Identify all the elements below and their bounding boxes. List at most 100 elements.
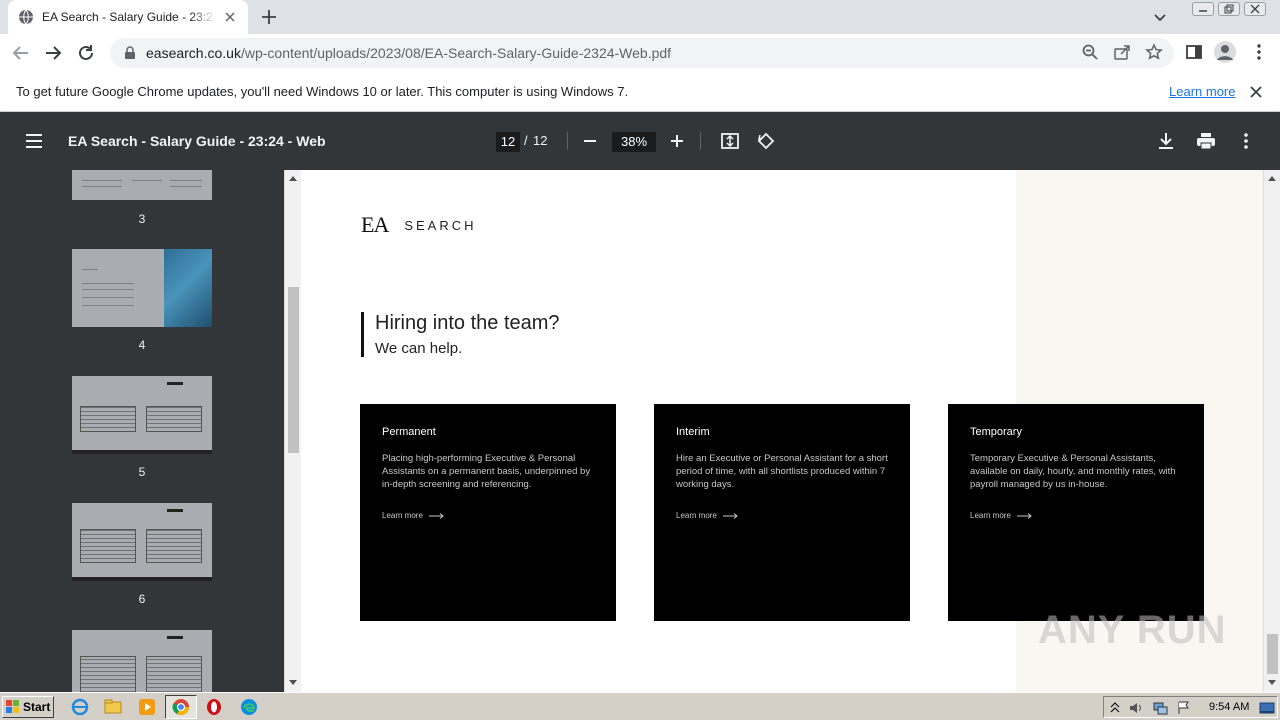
tab-strip: EA Search - Salary Guide - 23:24 - Web [0,0,1280,34]
learn-more-link[interactable]: Learn more [1169,84,1235,99]
card-title: Interim [676,426,710,438]
chrome-icon [172,699,190,716]
more-options-icon[interactable] [1236,131,1256,151]
download-icon[interactable] [1156,131,1176,151]
scroll-up-icon[interactable] [289,175,297,181]
zoom-input[interactable]: 38% [612,132,656,152]
address-bar[interactable]: easearch.co.uk/wp-content/uploads/2023/0… [110,38,1174,68]
restore-button[interactable] [1218,2,1240,16]
side-panel-icon[interactable] [1185,43,1203,61]
scroll-down-icon[interactable] [1268,680,1276,686]
system-tray: 9:54 AM [1103,696,1278,718]
card-learn-more-link[interactable]: Learn more [970,511,1182,520]
url-path: /wp-content/uploads/2023/08/EA-Search-Sa… [240,45,672,61]
toolbar-divider [700,132,701,150]
zoom-icon[interactable] [1081,43,1099,61]
url-host: easearch.co.uk [146,45,241,61]
scrollbar-thumb[interactable] [288,287,299,453]
start-button[interactable]: Start [2,696,54,718]
thumbnail-page[interactable] [72,170,212,200]
page-heading: Hiring into the team? [375,312,560,334]
page-subheading: We can help. [375,340,463,357]
arrow-right-icon [722,512,738,519]
share-icon[interactable] [1113,43,1131,61]
new-tab-icon[interactable] [260,8,278,26]
card-learn-more-link[interactable]: Learn more [676,511,888,520]
card-link-label: Learn more [676,511,717,520]
zoom-out-icon[interactable] [580,131,600,151]
card-description: Hire an Executive or Personal Assistant … [676,453,888,490]
tab-close-icon[interactable] [222,9,238,25]
service-card-temporary: Temporary Temporary Executive & Personal… [948,404,1204,621]
lock-icon[interactable] [124,46,136,60]
action-center-flag-icon[interactable] [1176,700,1192,716]
speaker-icon[interactable] [1128,700,1144,716]
start-label: Start [23,700,51,714]
toolbar-divider [567,132,568,150]
show-desktop-icon[interactable] [1259,700,1275,716]
edge-icon[interactable] [240,698,258,716]
tab-title: EA Search - Salary Guide - 23:24 - Web [42,10,216,24]
tray-expand-icon[interactable] [1110,701,1120,713]
card-title: Temporary [970,426,1022,438]
fit-page-icon[interactable] [720,131,740,151]
close-icon[interactable] [1249,85,1263,99]
thumbnail-label: 3 [138,212,146,226]
thumbnail-label: 5 [138,465,146,479]
thumbnail-page[interactable] [72,630,212,692]
close-icon [1250,4,1260,14]
sidebar-scrollbar[interactable] [284,170,301,692]
card-link-label: Learn more [970,511,1011,520]
print-icon[interactable] [1196,131,1216,151]
close-window-button[interactable] [1244,2,1266,16]
chevron-down-icon[interactable] [1152,9,1168,25]
globe-icon [19,9,33,25]
scroll-up-icon[interactable] [1268,175,1276,181]
update-infobar: To get future Google Chrome updates, you… [0,72,1280,112]
card-learn-more-link[interactable]: Learn more [382,511,594,520]
service-card-interim: Interim Hire an Executive or Personal As… [654,404,910,621]
pdf-title: EA Search - Salary Guide - 23:24 - Web [68,133,326,149]
ea-search-logo: EA SEARCH [361,212,477,238]
scroll-down-icon[interactable] [289,680,297,686]
network-icon[interactable] [1152,700,1168,716]
clock[interactable]: 9:54 AM [1209,701,1249,713]
reload-icon[interactable] [75,42,97,64]
kebab-menu-icon[interactable] [1250,43,1268,61]
service-card-permanent: Permanent Placing high-performing Execut… [360,404,616,621]
profile-avatar[interactable] [1214,41,1236,63]
thumbnail-page[interactable] [72,376,212,454]
page-separator: / [524,133,528,148]
thumbnail-page[interactable] [72,503,212,581]
infobar-message: To get future Google Chrome updates, you… [16,84,629,99]
windows-taskbar: Start 9:54 AM [0,692,1280,720]
scrollbar-thumb[interactable] [1267,634,1278,674]
minimize-icon [1199,10,1207,12]
page-count: 12 [533,133,548,148]
arrow-right-icon [1016,512,1032,519]
star-icon[interactable] [1145,43,1163,61]
back-arrow-icon[interactable] [10,42,32,64]
card-link-label: Learn more [382,511,423,520]
menu-icon[interactable] [24,131,44,151]
windows-logo-icon [6,700,19,713]
page-number-input[interactable]: 12 [496,132,520,152]
browser-tab[interactable]: EA Search - Salary Guide - 23:24 - Web [8,0,248,34]
media-player-icon[interactable] [138,698,156,716]
page-scrollbar[interactable] [1263,170,1280,692]
chrome-taskbar-button[interactable] [165,695,197,719]
window-controls [1192,2,1266,16]
anyrun-watermark: ANY RUN [1038,608,1227,652]
arrow-right-icon [428,512,444,519]
internet-explorer-icon[interactable] [71,698,89,716]
opera-icon[interactable] [205,698,223,716]
file-explorer-icon[interactable] [104,698,122,716]
thumbnail-sidebar: 3 4 5 6 [0,170,284,692]
browser-toolbar: easearch.co.uk/wp-content/uploads/2023/0… [0,34,1280,72]
restore-icon [1224,4,1234,14]
rotate-icon[interactable] [756,131,776,151]
thumbnail-page[interactable] [72,249,212,327]
minimize-button[interactable] [1192,2,1214,16]
zoom-in-icon[interactable] [667,131,687,151]
forward-arrow-icon[interactable] [42,42,64,64]
